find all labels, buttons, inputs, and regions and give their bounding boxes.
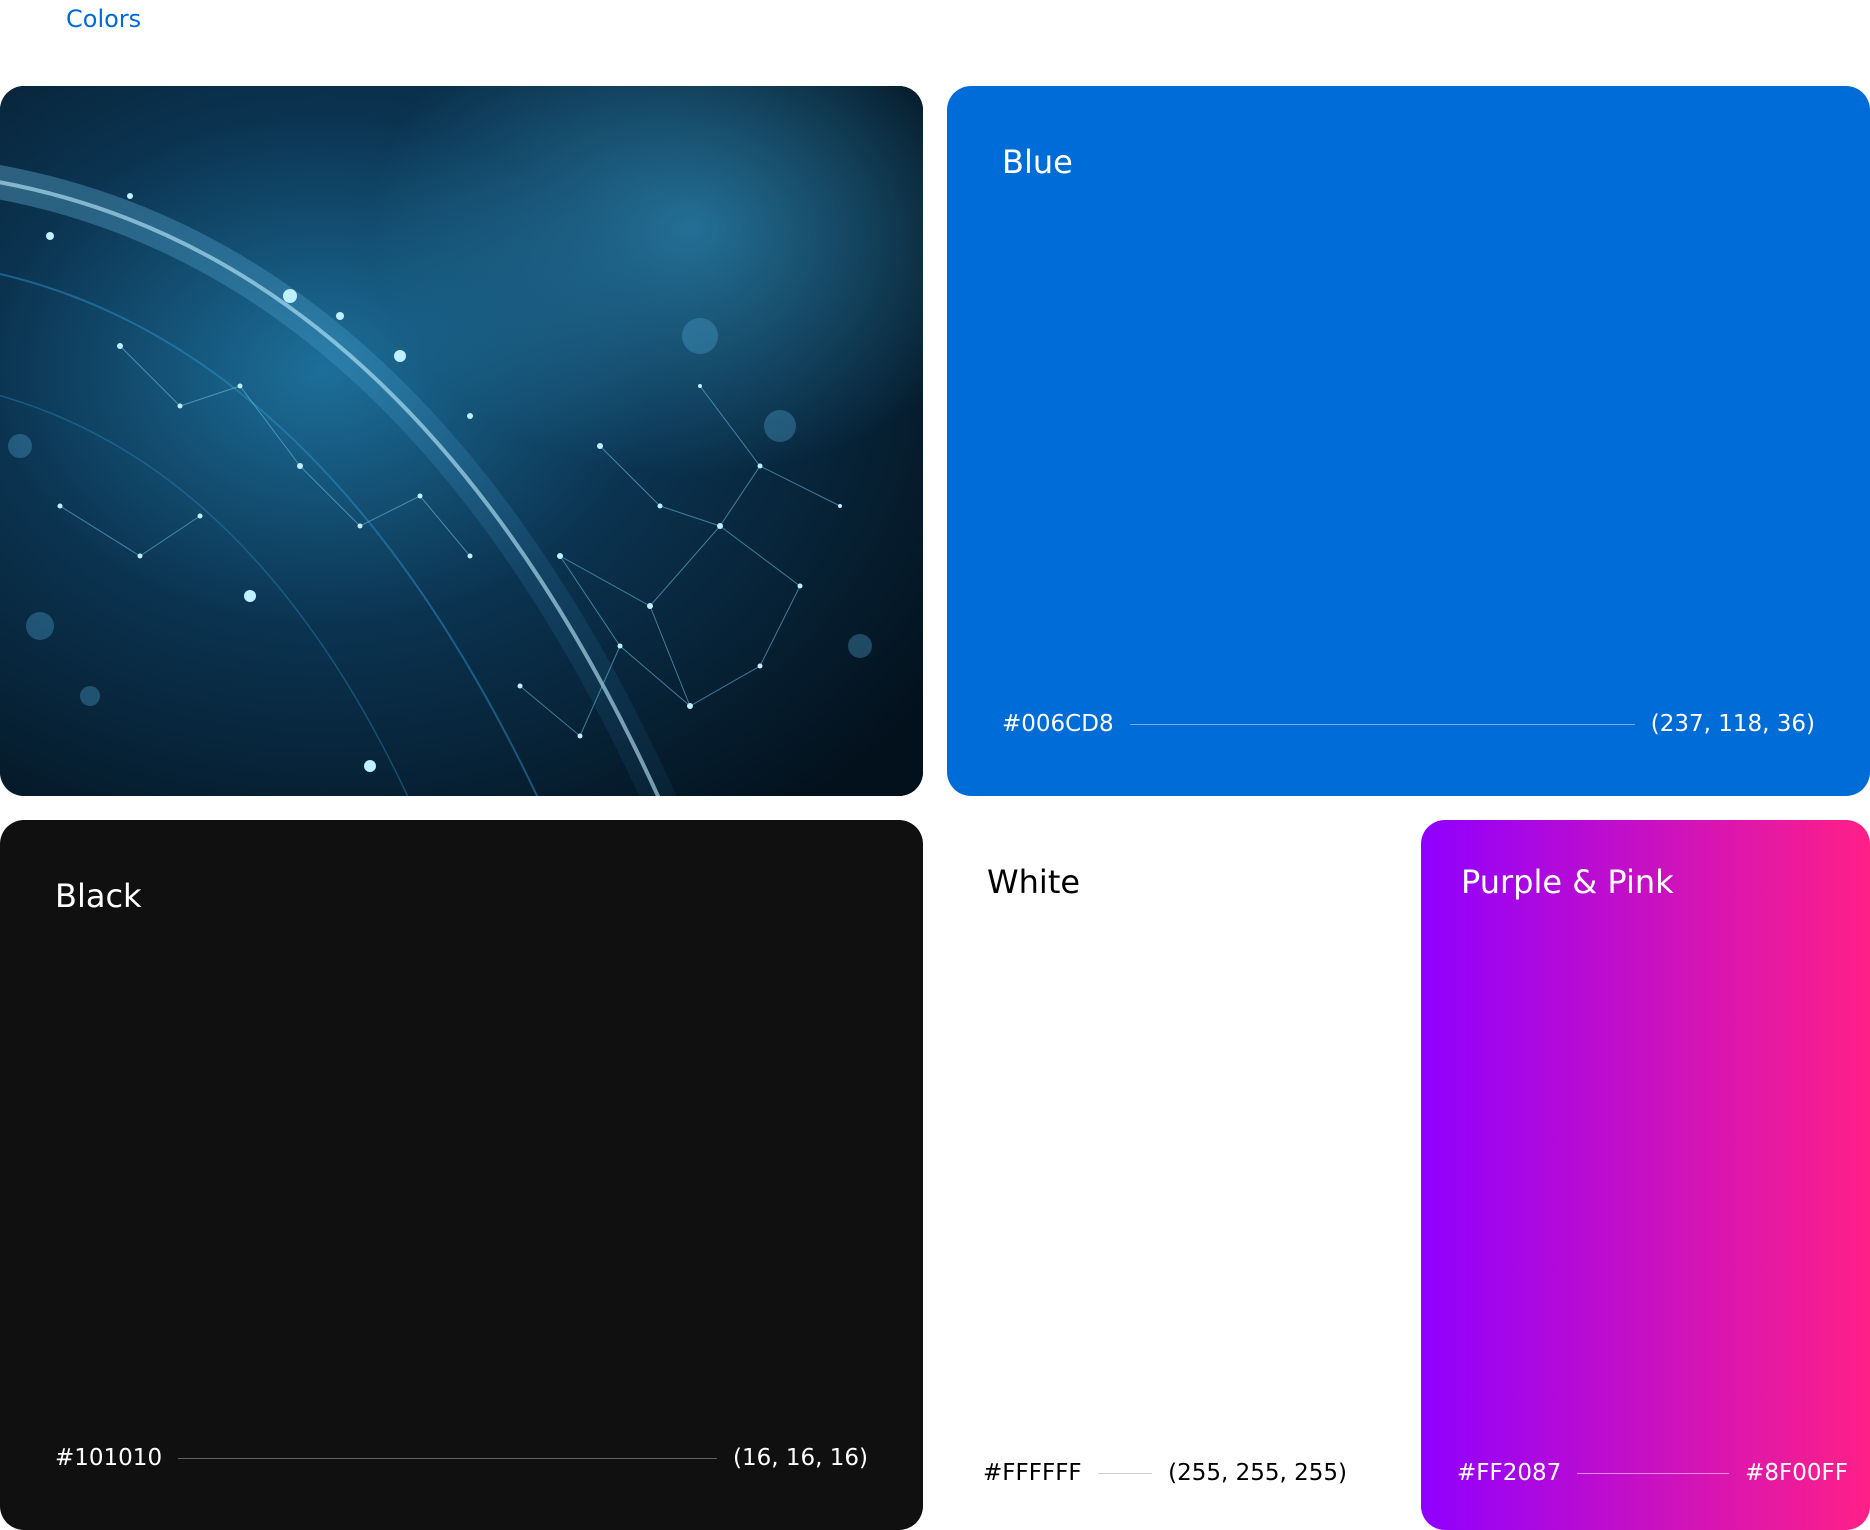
color-values: #101010 (16, 16, 16) [55, 1443, 868, 1473]
divider-line [1097, 1472, 1153, 1474]
hex-value: #006CD8 [1002, 711, 1114, 737]
colors-page: Colors Blue #006CD8 (237, 118, 36) Black… [0, 0, 1870, 1530]
network-globe-graphic [0, 86, 923, 796]
color-values: #FF2087 #8F00FF [1457, 1458, 1848, 1488]
gradient-end-hex: #8F00FF [1745, 1460, 1848, 1486]
color-card-blue[interactable]: Blue #006CD8 (237, 118, 36) [947, 86, 1870, 796]
hex-value: #101010 [55, 1445, 163, 1471]
divider-line [178, 1457, 717, 1459]
network-globe-image [0, 86, 923, 796]
color-card-purple-pink[interactable]: Purple & Pink #FF2087 #8F00FF [1421, 820, 1870, 1530]
color-name: Black [55, 877, 142, 915]
divider-line [1129, 723, 1635, 725]
color-card-white[interactable]: White #FFFFFF (255, 255, 255) [947, 820, 1397, 1530]
rgb-value: (237, 118, 36) [1650, 711, 1815, 737]
divider-line [1577, 1472, 1730, 1474]
rgb-value: (16, 16, 16) [733, 1445, 868, 1471]
colors-link[interactable]: Colors [66, 4, 141, 34]
color-values: #FFFFFF (255, 255, 255) [983, 1458, 1347, 1488]
rgb-value: (255, 255, 255) [1168, 1460, 1347, 1486]
hex-value: #FFFFFF [983, 1460, 1082, 1486]
gradient-start-hex: #FF2087 [1457, 1460, 1562, 1486]
color-values: #006CD8 (237, 118, 36) [1002, 709, 1815, 739]
color-name: Blue [1002, 143, 1073, 181]
color-name: Purple & Pink [1461, 863, 1674, 901]
color-name: White [987, 863, 1081, 901]
color-card-black[interactable]: Black #101010 (16, 16, 16) [0, 820, 923, 1530]
